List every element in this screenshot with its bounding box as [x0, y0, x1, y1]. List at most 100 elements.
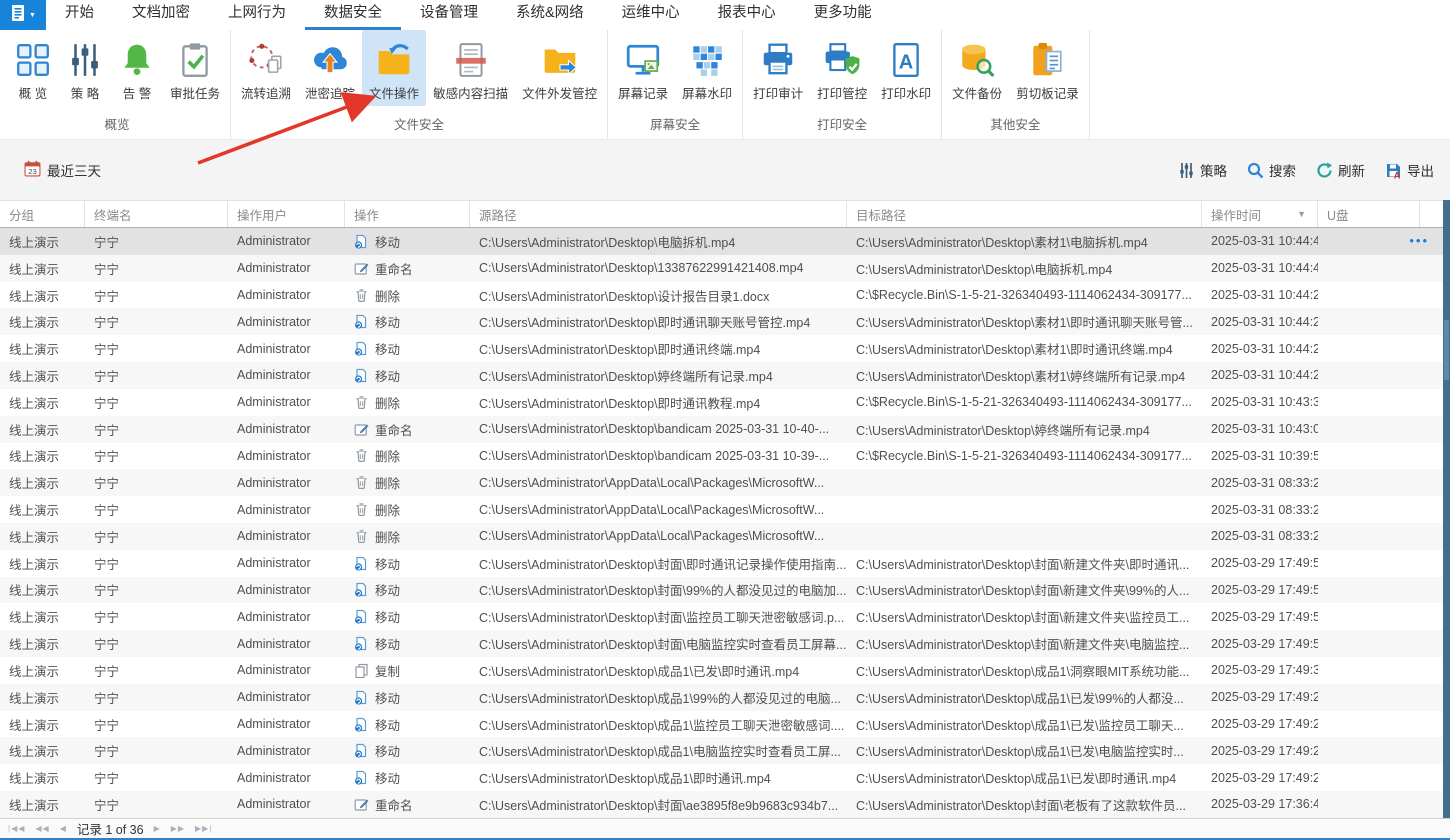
toolbar-action[interactable]: 刷新: [1316, 160, 1365, 180]
date-range-filter[interactable]: 23 最近三天: [24, 160, 101, 180]
column-header[interactable]: 终端名: [85, 201, 228, 227]
menu-tab-2[interactable]: 文档加密: [113, 0, 209, 30]
row-actions-menu[interactable]: •••: [1409, 228, 1429, 255]
ribbon-item[interactable]: 文件外发管控: [515, 30, 604, 106]
column-header[interactable]: 目标路径: [847, 201, 1202, 227]
table-row[interactable]: 线上演示宁宁Administrator移动C:\Users\Administra…: [0, 228, 1443, 255]
menu-tab-3[interactable]: 上网行为: [209, 0, 305, 30]
toolbar-action-label: 导出: [1407, 160, 1434, 180]
table-row[interactable]: 线上演示宁宁Administrator删除C:\Users\Administra…: [0, 496, 1443, 523]
table-row[interactable]: 线上演示宁宁Administrator移动C:\Users\Administra…: [0, 550, 1443, 577]
nav-fast-forward-button[interactable]: ▶▶: [171, 824, 185, 833]
table-row[interactable]: 线上演示宁宁Administrator删除C:\Users\Administra…: [0, 389, 1443, 416]
app-menu-button[interactable]: ▼: [0, 0, 46, 30]
table-row[interactable]: 线上演示宁宁Administrator移动C:\Users\Administra…: [0, 308, 1443, 335]
toolbar-action[interactable]: 搜索: [1247, 160, 1296, 180]
terminal-cell: 宁宁: [85, 527, 228, 546]
nav-first-button[interactable]: |◀◀: [8, 824, 25, 833]
toolbar-action[interactable]: 策略: [1178, 160, 1227, 180]
nav-next-button[interactable]: ▶: [154, 824, 161, 833]
ribbon-item[interactable]: 流转追溯: [234, 30, 298, 106]
nav-fast-back-button[interactable]: ◀◀: [35, 824, 49, 833]
ribbon-item-label: 屏幕记录: [618, 83, 668, 106]
table-row[interactable]: 线上演示宁宁Administrator复制C:\Users\Administra…: [0, 657, 1443, 684]
ribbon-item[interactable]: 泄密追踪: [298, 30, 362, 106]
table-row[interactable]: 线上演示宁宁Administrator移动C:\Users\Administra…: [0, 603, 1443, 630]
terminal-cell: 宁宁: [85, 688, 228, 707]
sort-descending-icon[interactable]: ▼: [1297, 209, 1308, 219]
column-header[interactable]: 源路径: [470, 201, 847, 227]
ribbon-item-label: 敏感内容扫描: [433, 83, 508, 106]
operation-label: 移动: [375, 715, 400, 734]
ribbon-item[interactable]: 文件操作: [362, 30, 426, 106]
vertical-scrollbar[interactable]: [1443, 200, 1450, 818]
nav-prev-button[interactable]: ◀: [60, 824, 67, 833]
table-body: 线上演示宁宁Administrator移动C:\Users\Administra…: [0, 228, 1443, 818]
source-path-cell: C:\Users\Administrator\Desktop\成品1\电脑监控实…: [470, 741, 847, 760]
table-row[interactable]: 线上演示宁宁Administrator删除C:\Users\Administra…: [0, 282, 1443, 309]
ribbon-item-label: 文件外发管控: [522, 83, 597, 106]
table-row[interactable]: 线上演示宁宁Administrator移动C:\Users\Administra…: [0, 737, 1443, 764]
user-cell: Administrator: [228, 583, 345, 597]
column-header[interactable]: 操作用户: [228, 201, 345, 227]
ribbon-item[interactable]: A打印水印: [874, 30, 938, 106]
ribbon-item[interactable]: 审批任务: [163, 30, 227, 106]
ribbon-item[interactable]: 屏幕水印: [675, 30, 739, 106]
source-path-cell: C:\Users\Administrator\AppData\Local\Pac…: [470, 476, 847, 490]
target-path-cell: C:\$Recycle.Bin\S-1-5-21-326340493-11140…: [847, 449, 1202, 463]
menu-tab-6[interactable]: 系统&网络: [497, 0, 603, 30]
table-row[interactable]: 线上演示宁宁Administrator移动C:\Users\Administra…: [0, 577, 1443, 604]
user-cell: Administrator: [228, 315, 345, 329]
target-path-cell: C:\Users\Administrator\Desktop\封面\老板有了这款…: [847, 795, 1202, 814]
group-cell: 线上演示: [0, 768, 85, 787]
table-row[interactable]: 线上演示宁宁Administrator删除C:\Users\Administra…: [0, 443, 1443, 470]
user-cell: Administrator: [228, 690, 345, 704]
column-header[interactable]: 操作: [345, 201, 470, 227]
ribbon-item-label: 泄密追踪: [305, 83, 355, 106]
column-header[interactable]: 分组: [0, 201, 85, 227]
ribbon-item[interactable]: 打印审计: [746, 30, 810, 106]
ribbon-item[interactable]: 屏幕记录: [611, 30, 675, 106]
menu-tab-1[interactable]: 开始: [46, 0, 113, 30]
source-path-cell: C:\Users\Administrator\Desktop\成品1\监控员工聊…: [470, 715, 847, 734]
terminal-cell: 宁宁: [85, 232, 228, 251]
table-row[interactable]: 线上演示宁宁Administrator重命名C:\Users\Administr…: [0, 255, 1443, 282]
table-row[interactable]: 线上演示宁宁Administrator删除C:\Users\Administra…: [0, 469, 1443, 496]
column-header-label: 分组: [9, 205, 34, 224]
rename-icon: [354, 422, 369, 437]
table-row[interactable]: 线上演示宁宁Administrator移动C:\Users\Administra…: [0, 684, 1443, 711]
table-row[interactable]: 线上演示宁宁Administrator移动C:\Users\Administra…: [0, 335, 1443, 362]
table-row[interactable]: 线上演示宁宁Administrator重命名C:\Users\Administr…: [0, 791, 1443, 818]
column-header[interactable]: 操作时间▼: [1202, 201, 1318, 227]
table-row[interactable]: 线上演示宁宁Administrator移动C:\Users\Administra…: [0, 764, 1443, 791]
ribbon-item[interactable]: 告 警: [111, 30, 163, 106]
menu-tab-7[interactable]: 运维中心: [603, 0, 699, 30]
delete-icon: [354, 288, 369, 303]
target-path-cell: C:\Users\Administrator\Desktop\封面\新建文件夹\…: [847, 554, 1202, 573]
ribbon-item[interactable]: 剪切板记录: [1009, 30, 1086, 106]
table-row[interactable]: 线上演示宁宁Administrator移动C:\Users\Administra…: [0, 711, 1443, 738]
column-header[interactable]: U盘: [1318, 201, 1420, 227]
table-row[interactable]: 线上演示宁宁Administrator移动C:\Users\Administra…: [0, 630, 1443, 657]
user-cell: Administrator: [228, 261, 345, 275]
ribbon-item[interactable]: 策 略: [59, 30, 111, 106]
group-cell: 线上演示: [0, 446, 85, 465]
table-row[interactable]: 线上演示宁宁Administrator删除C:\Users\Administra…: [0, 523, 1443, 550]
ribbon-item[interactable]: 文件备份: [945, 30, 1009, 106]
table-row[interactable]: 线上演示宁宁Administrator重命名C:\Users\Administr…: [0, 416, 1443, 443]
menu-tab-4[interactable]: 数据安全: [305, 0, 401, 30]
menu-tab-5[interactable]: 设备管理: [401, 0, 497, 30]
operation-cell: 重命名: [345, 259, 470, 278]
menu-tab-8[interactable]: 报表中心: [699, 0, 795, 30]
nav-last-button[interactable]: ▶▶|: [195, 824, 212, 833]
ribbon-item[interactable]: 概 览: [7, 30, 59, 106]
table-row[interactable]: 线上演示宁宁Administrator移动C:\Users\Administra…: [0, 362, 1443, 389]
ribbon-item[interactable]: 打印管控: [810, 30, 874, 106]
ribbon-item[interactable]: 敏感内容扫描: [426, 30, 515, 106]
app-window: ▼ 开始文档加密上网行为数据安全设备管理系统&网络运维中心报表中心更多功能 概 …: [0, 0, 1450, 840]
target-path-cell: C:\$Recycle.Bin\S-1-5-21-326340493-11140…: [847, 395, 1202, 409]
svg-text:A: A: [1394, 170, 1401, 179]
terminal-cell: 宁宁: [85, 259, 228, 278]
menu-tab-9[interactable]: 更多功能: [795, 0, 891, 30]
toolbar-action[interactable]: A 导出: [1385, 160, 1434, 180]
